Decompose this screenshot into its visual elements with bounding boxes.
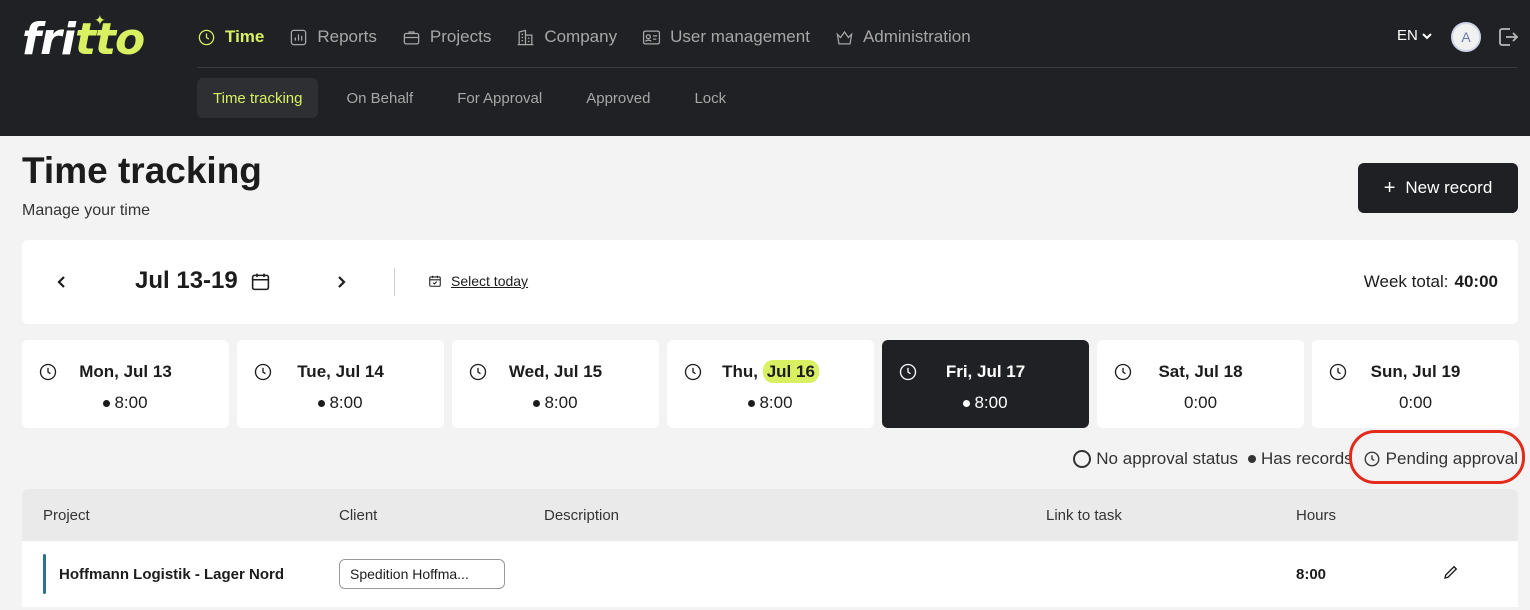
day-label: Tue, Jul 14 [297,362,384,381]
day-hours: 8:00 [237,393,444,413]
client-chip[interactable]: Spedition Hoffma... [339,559,505,589]
main-nav: Time Reports Projects Company User manag… [197,22,996,52]
sparkle-icon: ✦ [94,12,106,28]
chevron-right-icon [338,276,346,288]
new-record-label: New record [1405,178,1493,197]
day-hours: 8:00 [882,393,1089,413]
chevron-left-icon [57,276,65,288]
week-total: Week total: 40:00 [1363,272,1498,291]
top-header: fritto ✦ Time Reports Projects Company U… [0,0,1530,136]
day-card-mon[interactable]: Mon, Jul 13 8:00 [22,340,229,428]
divider [394,268,395,296]
day-label: Wed, Jul 15 [508,362,603,381]
day-label: Sat, Jul 18 [1158,362,1243,381]
week-range[interactable]: Jul 13-19 [135,267,271,295]
week-navigator: Jul 13-19 Select today Week total: 40:00 [22,240,1518,324]
header-divider [197,67,1517,68]
crown-icon [836,30,853,44]
nav-item-company[interactable]: Company [516,27,617,47]
week-total-value: 40:00 [1454,272,1498,291]
project-color-bar [43,554,46,594]
table-header: Project Client Description Link to task … [22,489,1518,541]
day-hours: 8:00 [452,393,659,413]
clock-icon [198,29,215,45]
id-card-icon [643,30,661,44]
tab-lock[interactable]: Lock [678,78,742,118]
sub-nav: Time tracking On Behalf For Approval App… [197,78,754,118]
chevron-down-icon [1422,32,1432,39]
col-client: Client [339,507,378,524]
day-card-tue[interactable]: Tue, Jul 14 8:00 [237,340,444,428]
col-description: Description [544,507,620,524]
day-card-fri[interactable]: Fri, Jul 17 8:00 [882,340,1089,428]
page-title: Time tracking [22,150,262,191]
page-subtitle: Manage your time [22,202,151,219]
col-link: Link to task [1046,507,1122,524]
logout-button[interactable] [1496,25,1520,54]
day-label: Mon, Jul 13 [79,362,172,381]
day-hours: 0:00 [1183,393,1218,412]
day-card-sun[interactable]: Sun, Jul 19 0:00 [1312,340,1519,428]
records-table: Project Client Description Link to task … [22,489,1518,607]
annotation-highlight [1349,430,1525,484]
bar-chart-icon [291,29,307,45]
nav-item-projects[interactable]: Projects [402,27,491,47]
col-project: Project [43,507,90,524]
dot-icon [1248,455,1257,463]
day-card-sat[interactable]: Sat, Jul 18 0:00 [1097,340,1304,428]
has-records-dot [103,399,111,407]
edit-button[interactable] [1442,563,1464,585]
has-records-dot [748,399,756,407]
has-records-dot [963,399,971,407]
day-label: Sun, Jul 19 [1370,362,1461,381]
has-records-dot [318,399,326,407]
pencil-icon [1444,565,1458,579]
fritto-logo[interactable]: fritto [22,14,145,65]
avatar[interactable]: A [1451,22,1481,52]
day-hours: 8:00 [667,393,874,413]
legend-no-status: No approval status [1073,449,1238,469]
nav-item-reports[interactable]: Reports [289,27,377,47]
language-selector[interactable]: EN [1397,27,1433,44]
nav-item-time[interactable]: Time [197,27,264,47]
plus-icon: + [1383,176,1396,199]
row-project: Hoffmann Logistik - Lager Nord [59,566,284,583]
tab-on-behalf[interactable]: On Behalf [330,78,429,118]
briefcase-icon [403,30,420,44]
has-records-dot [533,399,541,407]
calendar-icon [251,273,269,290]
row-hours: 8:00 [1296,566,1327,583]
tab-approved[interactable]: Approved [570,78,666,118]
tab-for-approval[interactable]: For Approval [441,78,558,118]
nav-item-administration[interactable]: Administration [835,27,971,47]
building-icon [517,29,534,45]
next-week-button[interactable] [329,270,353,294]
select-today-link[interactable]: Select today [428,273,528,289]
day-label: Fri, Jul 17 [945,362,1026,381]
new-record-button[interactable]: + New record [1358,163,1518,213]
calendar-check-icon [429,275,441,287]
legend-has-records: Has records [1248,449,1353,469]
col-hours: Hours [1296,507,1337,524]
logout-icon [1499,28,1519,46]
day-selector: Mon, Jul 13 8:00 Tue, Jul 14 8:00 Wed, J… [22,340,1519,428]
empty-circle-icon [1073,450,1092,468]
day-card-thu[interactable]: Thu, Jul 16 8:00 [667,340,874,428]
day-card-wed[interactable]: Wed, Jul 15 8:00 [452,340,659,428]
tab-time-tracking[interactable]: Time tracking [197,78,319,118]
day-hours: 0:00 [1398,393,1433,412]
table-row[interactable]: Hoffmann Logistik - Lager Nord Spedition… [22,541,1518,607]
previous-week-button[interactable] [50,270,74,294]
today-highlight: Jul 16 [762,360,819,383]
day-hours: 8:00 [22,393,229,413]
nav-item-user-management[interactable]: User management [642,27,810,47]
day-label: Thu, Jul 16 [667,360,874,383]
week-range-label: Jul 13-19 [135,267,238,294]
